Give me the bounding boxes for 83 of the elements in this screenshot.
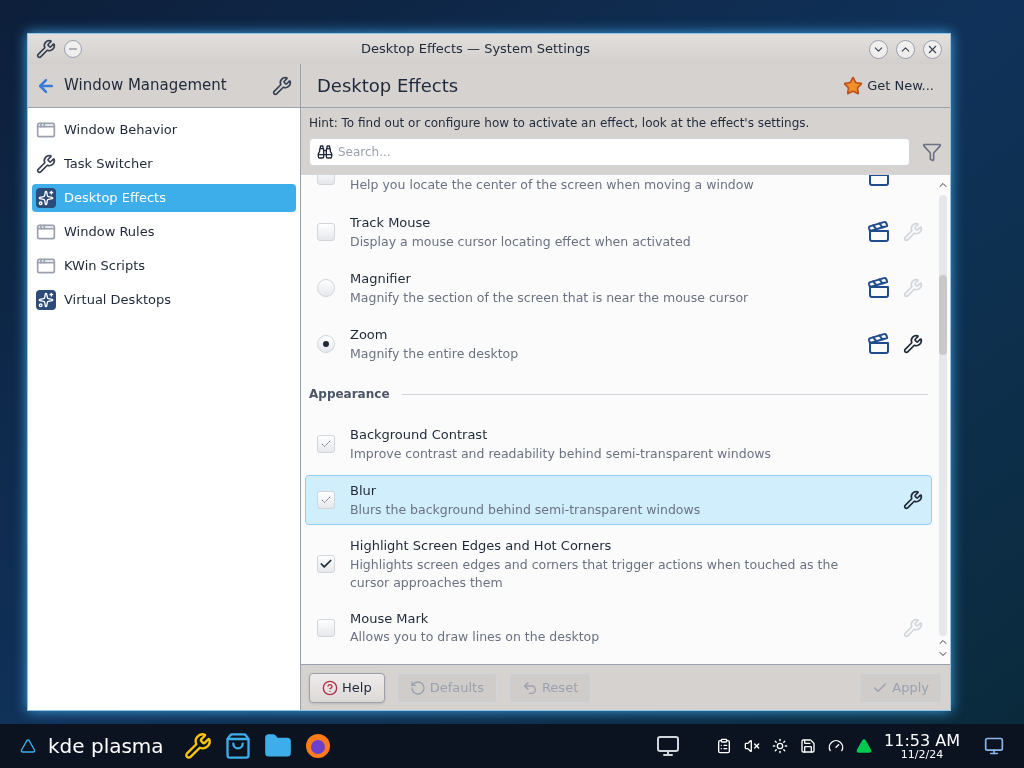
checkbox[interactable]	[317, 618, 335, 637]
app-icon	[36, 39, 56, 59]
effect-title: Mouse Mark	[350, 609, 430, 628]
sidebar-item[interactable]: Window Behavior	[32, 116, 296, 144]
close-button[interactable]	[923, 39, 942, 59]
effect-description: Highlights screen edges and corners that trigger actions when touched as the cursor approaches them	[350, 555, 840, 592]
network-icon[interactable]	[856, 738, 873, 754]
effect-row[interactable]: Magnifier Magnify the section of the screen that is near the mouse cursor	[305, 263, 932, 313]
radio-button[interactable]	[317, 335, 335, 353]
window-icon	[36, 222, 56, 242]
effect-description: Help you locate the center of the screen when moving a window	[350, 176, 755, 194]
video-icon[interactable]	[867, 276, 891, 300]
minimize-button[interactable]	[869, 39, 888, 59]
effects-icon	[36, 290, 56, 310]
search-field[interactable]: Search...	[309, 138, 910, 166]
effect-row[interactable]: Mouse Mark Allows you to draw lines on the desktop	[305, 602, 932, 653]
page-title: Desktop Effects	[317, 74, 460, 98]
sidebar-label: Window Rules	[64, 223, 155, 242]
effect-row[interactable]: Track Mouse Display a mouse cursor locating effect when activated	[305, 207, 932, 257]
mute-icon[interactable]	[744, 738, 761, 754]
video-icon[interactable]	[867, 220, 891, 244]
star-icon	[843, 75, 864, 96]
effect-description: Allows you to draw lines on the desktop	[350, 628, 601, 647]
folder-task-icon[interactable]	[263, 732, 292, 760]
sidebar-label: Window Behavior	[64, 121, 178, 140]
gauge-icon[interactable]	[828, 738, 845, 754]
effect-title: Zoom	[350, 326, 389, 345]
scrollbar[interactable]	[939, 195, 947, 636]
help-icon	[322, 679, 338, 696]
filter-icon[interactable]	[922, 142, 942, 162]
section-header: Appearance	[309, 386, 390, 403]
store-task-icon[interactable]	[223, 732, 252, 760]
maximize-button[interactable]	[896, 39, 915, 59]
dialog-button[interactable]: Help	[309, 672, 385, 703]
checkbox[interactable]	[317, 223, 335, 241]
undo-icon	[521, 679, 538, 696]
sidebar-label: KWin Scripts	[64, 257, 146, 276]
wrench-icon[interactable]	[903, 490, 923, 510]
effect-title: Track Mouse	[350, 214, 432, 233]
window-icon	[36, 256, 56, 276]
hint-text: Hint: To find out or configure how to activate an effect, look at the effect's settings.	[309, 115, 811, 132]
effect-description: Blurs the background behind semi-transparent windows	[350, 500, 702, 519]
sidebar-item[interactable]: Window Rules	[32, 218, 296, 246]
launcher-label[interactable]: kde plasma	[48, 731, 164, 761]
defaults-icon	[409, 679, 426, 696]
binoculars-icon	[317, 144, 333, 160]
sidebar-label: Virtual Desktops	[64, 291, 171, 310]
effects-icon	[36, 188, 56, 208]
effect-row[interactable]: Background Contrast Improve contrast and readability behind semi-transparent windows	[305, 419, 932, 469]
browser-task-icon[interactable]	[303, 732, 332, 760]
effect-row[interactable]: Zoom Magnify the entire desktop	[305, 319, 932, 369]
effect-title: Highlight Screen Edges and Hot Corners	[350, 537, 613, 555]
category-title: Window Management	[64, 75, 228, 97]
launcher-icon[interactable]	[20, 738, 36, 754]
wrench-icon[interactable]	[272, 75, 292, 96]
effect-description: Display a mouse cursor locating effect when activated	[350, 232, 692, 251]
sidebar-label: Desktop Effects	[64, 189, 166, 208]
tools-icon	[36, 154, 56, 174]
wrench-icon[interactable]	[903, 334, 923, 354]
sidebar-item[interactable]: Virtual Desktops	[32, 286, 296, 314]
effect-description: Magnify the section of the screen that is near the mouse cursor	[350, 288, 750, 307]
sidebar-item[interactable]: Task Switcher	[32, 150, 296, 178]
video-icon[interactable]	[867, 332, 891, 356]
effect-row[interactable]: Help you locate the center of the screen when moving a window	[305, 175, 932, 201]
effect-title: Magnifier	[350, 270, 412, 289]
get-new-button[interactable]: Get New...	[843, 75, 934, 96]
effect-row[interactable]: Blur Blurs the background behind semi-transparent windows	[305, 475, 932, 525]
effect-title: Blur	[350, 482, 378, 501]
desktop-icon[interactable]	[984, 736, 1004, 756]
clock-time[interactable]: 11:53 AM	[884, 732, 960, 749]
radio-button[interactable]	[317, 279, 335, 297]
effect-description: Magnify the entire desktop	[350, 344, 520, 363]
brightness-icon[interactable]	[772, 738, 789, 754]
settings-task-icon[interactable]	[183, 732, 212, 760]
clock-date[interactable]: 11/2/24	[900, 748, 944, 760]
sidebar-label: Task Switcher	[64, 155, 153, 174]
effect-title: Background Contrast	[350, 426, 489, 445]
clipboard-icon[interactable]	[716, 738, 733, 754]
sidebar-item[interactable]: KWin Scripts	[32, 252, 296, 280]
effect-row[interactable]: Highlight Screen Edges and Hot Corners Highlights screen edges and corners that trigger actions when touched as the cursor approaches them	[305, 531, 932, 597]
effect-description: Improve contrast and readability behind semi-transparent windows	[350, 444, 773, 463]
window-title: Desktop Effects — System Settings	[359, 40, 592, 59]
window-icon	[36, 120, 56, 140]
